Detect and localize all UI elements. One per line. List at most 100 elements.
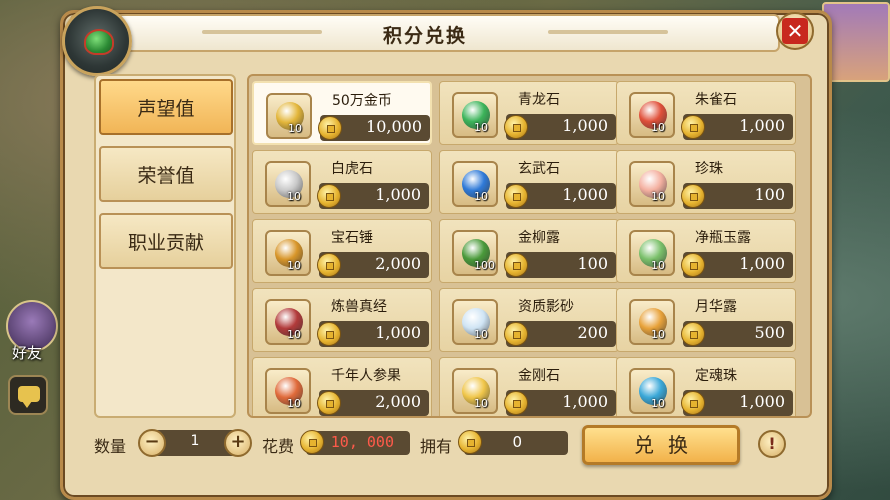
player-portrait[interactable] [822,2,890,82]
tab-class-contribution[interactable]: 职业贡献 [99,213,233,269]
item-price-value: 500 [754,323,785,342]
item-cell[interactable]: 100 金柳露 100 [439,219,619,283]
item-icon: 10 [629,161,675,207]
item-price-value: 1,000 [375,185,421,204]
cost-value: 10, 000 [330,433,394,451]
item-qty: 10 [288,122,302,135]
coin-icon [504,184,528,208]
coin-icon [504,115,528,139]
item-price-value: 1,000 [562,185,608,204]
owned-label: 拥有 [420,437,453,456]
item-price-value: 1,000 [739,116,785,135]
item-icon: 10 [629,230,675,276]
close-button[interactable]: ✕ [776,12,814,50]
coin-icon [504,253,528,277]
item-price-value: 200 [577,323,608,342]
item-price: 1,000 [504,183,616,209]
coin-icon [681,322,705,346]
exchange-button[interactable]: 兑换 [582,425,740,465]
info-button[interactable]: ! [758,430,786,458]
item-price: 1,000 [504,390,616,416]
item-name: 青龙石 [518,92,560,108]
owned-value: 0 [512,433,522,451]
item-grid: 10 50万金币 10,000 10 青龙石 1,000 10 朱雀石 1,000 10 白虎石 1,… [247,74,812,418]
coin-icon [317,391,341,415]
item-cell[interactable]: 10 白虎石 1,000 [252,150,432,214]
item-price-value: 100 [577,254,608,273]
quantity-label: 数量 [94,437,127,456]
item-price: 200 [504,321,616,347]
item-qty: 10 [474,190,488,203]
item-icon: 10 [629,299,675,345]
item-name: 炼兽真经 [331,299,387,315]
item-icon: 10 [265,299,311,345]
tab-reputation[interactable]: 声望值 [99,79,233,135]
item-qty: 10 [287,259,301,272]
coin-icon [300,430,324,454]
owned-display: 0 [458,430,568,455]
item-name: 珍珠 [695,161,723,177]
item-qty: 10 [287,397,301,410]
item-qty: 10 [474,397,488,410]
item-cell[interactable]: 10 资质影砂 200 [439,288,619,352]
item-cell[interactable]: 10 净瓶玉露 1,000 [616,219,796,283]
item-cell[interactable]: 10 朱雀石 1,000 [616,81,796,145]
title-bar: 积分兑换 [70,14,780,52]
item-cell[interactable]: 10 月华露 500 [616,288,796,352]
item-cell[interactable]: 10 千年人参果 2,000 [252,357,432,416]
item-qty: 100 [474,259,495,272]
item-icon: 10 [452,92,498,138]
item-price-value: 1,000 [739,392,785,411]
increase-button[interactable]: + [224,429,252,457]
item-price: 500 [681,321,793,347]
item-price: 1,000 [317,321,429,347]
item-price: 100 [504,252,616,278]
item-qty: 10 [474,121,488,134]
dialog-title: 积分兑换 [382,25,467,47]
coin-icon [317,253,341,277]
item-cell[interactable]: 10 50万金币 10,000 [252,81,432,145]
coin-icon [681,115,705,139]
coin-icon [458,430,482,454]
item-price-value: 1,000 [375,323,421,342]
item-icon: 10 [452,299,498,345]
coin-icon [681,391,705,415]
friend-label[interactable]: 好友 [12,342,42,363]
item-cell[interactable]: 10 定魂珠 1,000 [616,357,796,416]
coin-icon [504,322,528,346]
item-cell[interactable]: 10 金刚石 1,000 [439,357,619,416]
chat-button[interactable] [8,375,48,415]
item-icon: 10 [452,368,498,414]
quantity-stepper[interactable]: − 1 + [138,429,252,457]
item-price-value: 2,000 [375,392,421,411]
item-qty: 10 [651,190,665,203]
item-cell[interactable]: 10 玄武石 1,000 [439,150,619,214]
item-name: 资质影砂 [518,299,574,315]
coin-icon [317,322,341,346]
category-sidebar: 声望值 荣誉值 职业贡献 [94,74,236,418]
tab-honor[interactable]: 荣誉值 [99,146,233,202]
item-name: 净瓶玉露 [695,230,751,246]
item-icon: 10 [266,93,312,139]
item-name: 金刚石 [518,368,560,384]
item-price: 2,000 [317,390,429,416]
chat-icon [18,386,40,408]
gem-icon [84,29,114,55]
item-cell[interactable]: 10 青龙石 1,000 [439,81,619,145]
item-name: 千年人参果 [331,368,401,384]
item-icon: 10 [629,368,675,414]
item-icon: 10 [265,368,311,414]
item-price: 1,000 [681,114,793,140]
item-icon: 10 [452,161,498,207]
item-cell[interactable]: 10 宝石锤 2,000 [252,219,432,283]
item-price: 1,000 [317,183,429,209]
item-qty: 10 [651,328,665,341]
item-cell[interactable]: 10 炼兽真经 1,000 [252,288,432,352]
cost-display: 10, 000 [300,430,410,455]
item-price: 2,000 [317,252,429,278]
item-price: 1,000 [681,390,793,416]
item-qty: 10 [651,397,665,410]
item-icon: 100 [452,230,498,276]
item-qty: 10 [287,328,301,341]
item-cell[interactable]: 10 珍珠 100 [616,150,796,214]
